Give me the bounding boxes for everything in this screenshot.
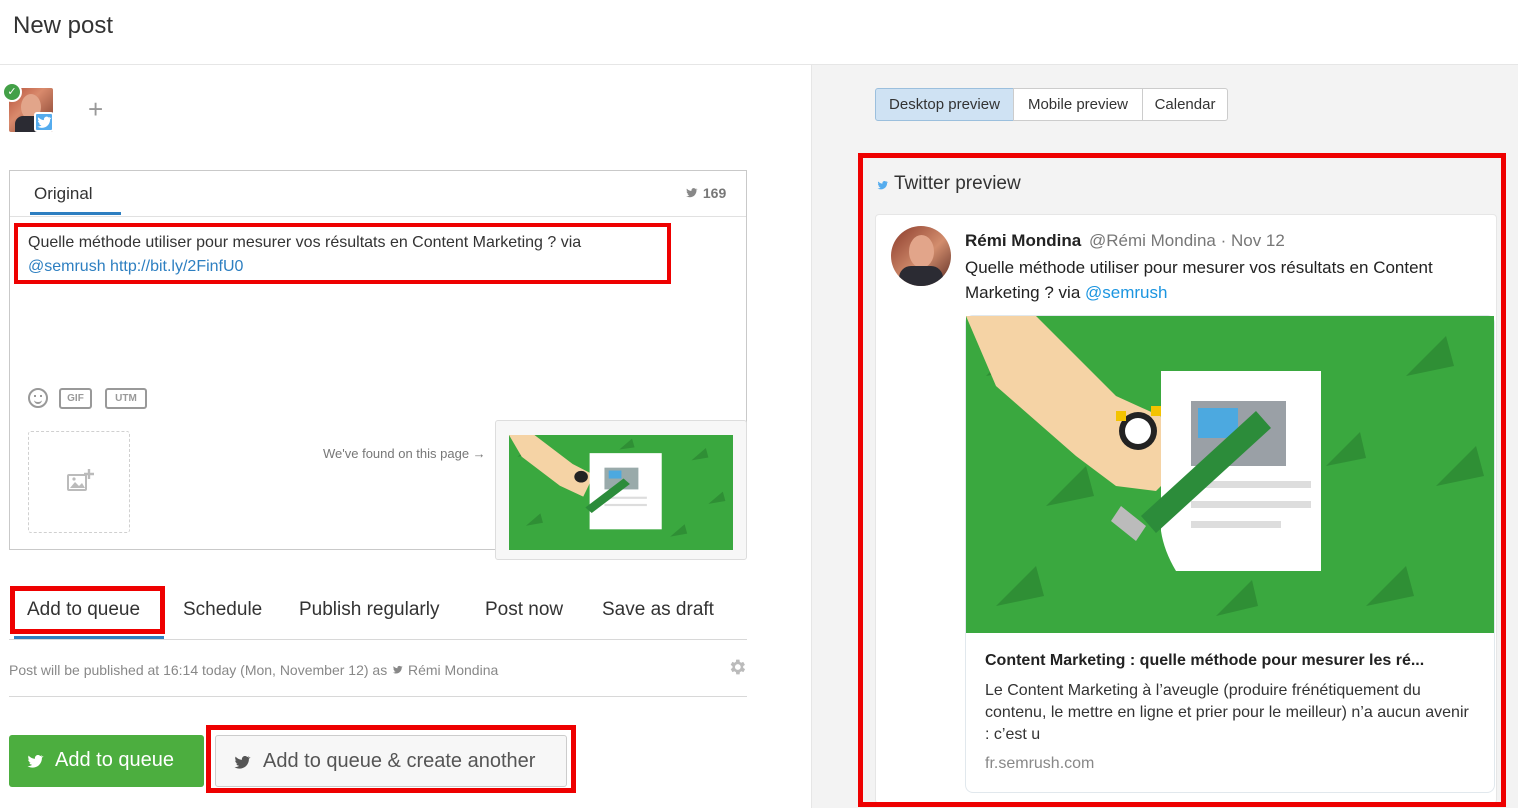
check-icon: ✓: [2, 82, 22, 102]
plus-icon[interactable]: +: [88, 94, 103, 125]
gear-icon[interactable]: [727, 657, 747, 677]
highlight-box-add-another: [206, 725, 576, 793]
twitter-bird-icon: [393, 665, 403, 674]
page-title: New post: [13, 12, 114, 39]
highlight-box-text: [14, 223, 671, 284]
utm-button[interactable]: UTM: [105, 388, 147, 409]
publish-info-text: Post will be published at 16:14 today (M…: [9, 662, 388, 678]
twitter-bird-icon: [24, 752, 46, 776]
twitter-bird-icon: [686, 188, 698, 198]
composer-divider: [10, 216, 746, 217]
tab-original[interactable]: Original: [34, 184, 93, 204]
link-thumbnail-image: [509, 435, 733, 550]
tab-schedule[interactable]: Schedule: [183, 599, 262, 621]
action-tab-active-indicator: [14, 636, 164, 639]
gif-button[interactable]: GIF: [59, 388, 92, 409]
tab-active-indicator: [30, 212, 121, 215]
add-image-icon: [67, 468, 95, 494]
char-counter: 169: [684, 185, 726, 201]
highlight-box-queue-tab: [10, 586, 165, 634]
found-on-page-label: We've found on this page →: [323, 446, 486, 461]
char-count-value: 169: [702, 185, 727, 201]
tab-desktop-preview[interactable]: Desktop preview: [875, 88, 1014, 121]
action-tabs-divider: [9, 639, 747, 640]
info-divider: [9, 696, 747, 697]
add-to-queue-label: Add to queue: [55, 749, 174, 771]
tab-save-as-draft[interactable]: Save as draft: [602, 599, 714, 621]
tab-calendar[interactable]: Calendar: [1142, 88, 1228, 121]
tab-mobile-preview[interactable]: Mobile preview: [1013, 88, 1143, 121]
tab-publish-regularly[interactable]: Publish regularly: [299, 599, 439, 621]
twitter-icon: [34, 112, 54, 132]
publish-info-account: Rémi Mondina: [408, 662, 499, 678]
tab-post-now[interactable]: Post now: [485, 599, 563, 621]
emoji-icon[interactable]: [28, 388, 48, 408]
highlight-box-twitter-preview: [858, 153, 1506, 807]
publish-info: Post will be published at 16:14 today (M…: [9, 662, 498, 678]
add-to-queue-button[interactable]: Add to queue: [9, 735, 204, 787]
